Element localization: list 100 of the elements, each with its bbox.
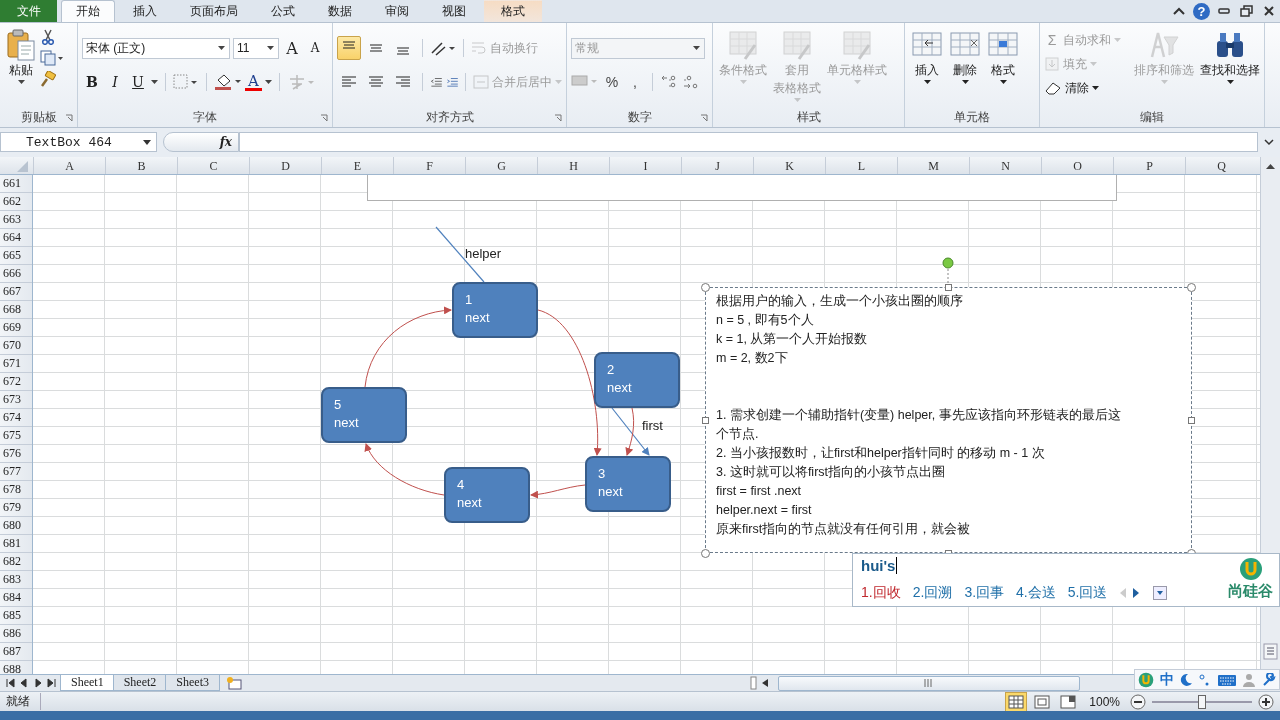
keyboard-icon[interactable] — [1216, 672, 1237, 687]
selection-handle[interactable] — [702, 417, 709, 424]
moon-icon[interactable] — [1179, 672, 1194, 687]
row-header[interactable]: 664 — [0, 229, 32, 247]
row-header[interactable]: 686 — [0, 625, 32, 643]
punctuation-icon[interactable] — [1198, 672, 1211, 687]
ime-candidate[interactable]: 2.回溯 — [912, 584, 953, 602]
expand-icon[interactable] — [1264, 138, 1274, 146]
sheet-tab[interactable]: Sheet2 — [112, 675, 168, 691]
underline-button[interactable]: U — [128, 74, 148, 90]
font-name-dropdown[interactable]: 宋体 (正文) — [82, 37, 230, 59]
selection-handle[interactable] — [701, 549, 710, 558]
ime-mode-button[interactable]: 中 — [1159, 670, 1174, 689]
link-arrow[interactable] — [625, 407, 635, 456]
paste-button[interactable]: 粘贴 — [4, 27, 38, 86]
list-node[interactable]: 3 next — [585, 456, 671, 512]
link-arrow[interactable] — [364, 306, 452, 388]
editing-button[interactable]: 清除 — [1044, 77, 1099, 99]
link-arrow[interactable] — [537, 309, 602, 456]
formula-input[interactable] — [239, 132, 1258, 152]
insert-function-button[interactable]: fx — [219, 135, 232, 149]
ime-input[interactable]: hui's — [861, 557, 898, 574]
list-node[interactable]: 4 next — [444, 467, 530, 523]
increase-decimal-icon[interactable] — [660, 74, 678, 90]
column-header[interactable]: M — [897, 157, 969, 174]
ime-candidate[interactable]: 3.回事 — [964, 584, 1005, 602]
decrease-decimal-icon[interactable] — [681, 74, 699, 90]
ribbon-tab[interactable]: 文件 — [0, 0, 57, 22]
help-button[interactable]: ? — [1193, 2, 1210, 20]
row-header[interactable]: 674 — [0, 409, 32, 427]
row-header[interactable]: 662 — [0, 193, 32, 211]
caret-icon[interactable] — [264, 80, 272, 84]
row-header[interactable]: 667 — [0, 283, 32, 301]
dialog-launcher-icon[interactable] — [554, 114, 562, 122]
column-header[interactable]: Q — [1185, 157, 1257, 174]
column-header[interactable]: J — [681, 157, 753, 174]
row-header[interactable]: 672 — [0, 373, 32, 391]
list-node[interactable]: 5 next — [321, 387, 407, 443]
row-header[interactable]: 671 — [0, 355, 32, 373]
column-header[interactable]: K — [753, 157, 825, 174]
dialog-launcher-icon[interactable] — [700, 114, 708, 122]
row-header[interactable]: 677 — [0, 463, 32, 481]
dialog-launcher-icon[interactable] — [320, 114, 328, 122]
selection-handle[interactable] — [1188, 417, 1195, 424]
row-header[interactable]: 676 — [0, 445, 32, 463]
link-arrow[interactable] — [365, 443, 445, 496]
copy-icon[interactable] — [40, 50, 64, 66]
row-header[interactable]: 680 — [0, 517, 32, 535]
ribbon-tab[interactable]: 页面布局 — [175, 0, 253, 22]
column-header[interactable]: D — [249, 157, 321, 174]
ime-candidate[interactable]: 1.回收 — [861, 584, 901, 602]
row-header[interactable]: 670 — [0, 337, 32, 355]
row-header[interactable]: 668 — [0, 301, 32, 319]
selection-handle[interactable] — [701, 283, 710, 292]
vertical-align-button[interactable] — [337, 36, 361, 60]
column-header[interactable]: H — [537, 157, 609, 174]
row-header[interactable]: 673 — [0, 391, 32, 409]
ime-logo-icon[interactable] — [1137, 671, 1154, 688]
minimize-icon[interactable] — [1218, 8, 1230, 14]
text-orientation-icon[interactable] — [430, 39, 456, 57]
row-header[interactable]: 661 — [0, 175, 32, 193]
row-header[interactable]: 678 — [0, 481, 32, 499]
shrink-font-button[interactable]: A — [305, 41, 325, 55]
fill-color-icon[interactable] — [214, 73, 242, 91]
ribbon-tab[interactable]: 插入 — [118, 0, 172, 22]
column-header[interactable]: F — [393, 157, 465, 174]
bold-button[interactable]: B — [82, 74, 102, 90]
format-painter-icon[interactable] — [40, 71, 56, 87]
column-header[interactable]: I — [609, 157, 681, 174]
scissors-icon[interactable] — [40, 29, 56, 45]
border-icon[interactable] — [173, 74, 199, 90]
ime-candidate[interactable]: 4.会送 — [1016, 584, 1056, 602]
close-icon[interactable] — [1263, 5, 1275, 17]
row-header[interactable]: 683 — [0, 571, 32, 589]
caret-icon[interactable] — [151, 80, 158, 84]
sheet-tab[interactable]: Sheet1 — [60, 675, 115, 691]
row-header[interactable]: 679 — [0, 499, 32, 517]
column-header[interactable]: O — [1041, 157, 1113, 174]
row-header[interactable]: 666 — [0, 265, 32, 283]
ribbon-tab[interactable]: 格式 — [484, 0, 542, 22]
rotation-handle[interactable] — [942, 257, 954, 269]
row-header[interactable]: 665 — [0, 247, 32, 265]
split-handle-icon[interactable] — [1262, 643, 1279, 660]
link-arrow[interactable] — [530, 484, 586, 499]
row-header[interactable]: 663 — [0, 211, 32, 229]
italic-button[interactable]: I — [105, 74, 125, 90]
column-header[interactable]: C — [177, 157, 249, 174]
ribbon-tab[interactable]: 视图 — [427, 0, 481, 22]
cells-button[interactable]: 删除 — [947, 27, 983, 86]
name-box[interactable]: TextBox 464 — [0, 132, 157, 152]
font-size-dropdown[interactable]: 11 — [233, 37, 279, 59]
list-node[interactable]: 1 next — [452, 282, 538, 338]
column-header[interactable]: E — [321, 157, 393, 174]
column-header[interactable]: G — [465, 157, 537, 174]
column-header[interactable]: P — [1113, 157, 1185, 174]
editing-large-button[interactable]: 查找和选择 — [1198, 27, 1262, 86]
comma-button[interactable]: , — [625, 74, 645, 90]
column-header[interactable]: N — [969, 157, 1041, 174]
row-header[interactable]: 685 — [0, 607, 32, 625]
column-header[interactable]: B — [105, 157, 177, 174]
